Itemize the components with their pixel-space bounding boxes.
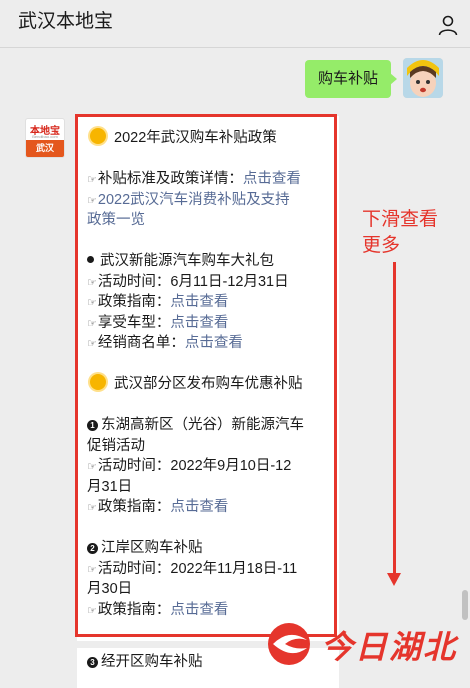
bullet-icon (87, 256, 94, 263)
chat-header: 武汉本地宝 (0, 0, 470, 48)
district1-time-label: 活动时间： (97, 458, 171, 474)
pointing-hand-icon: ☞ (87, 502, 97, 514)
pointing-hand-icon: ☞ (87, 338, 97, 350)
policy-label: 补贴标准及政策详情： (97, 171, 243, 187)
incoming-message-bubble[interactable]: 2022年武汉购车补贴政策 ☞补贴标准及政策详情：点击查看 ☞2022武汉汽车消… (77, 116, 339, 641)
bendibao-logo-city: 武汉 (26, 140, 64, 157)
pointing-hand-icon: ☞ (87, 174, 97, 186)
district1-guide-link[interactable]: 点击查看 (170, 499, 228, 515)
district1-guide-label: 政策指南： (97, 499, 171, 515)
scroll-hint-line2: 更多 (362, 235, 401, 256)
pointing-hand-icon: ☞ (87, 317, 97, 330)
pointing-hand-icon: ☞ (87, 563, 97, 576)
policy-detail-link[interactable]: 点击查看 (243, 171, 301, 187)
person-icon[interactable] (437, 14, 459, 36)
district2-time-value: 2022年11月18日-11 (170, 560, 298, 577)
chat-title: 武汉本地宝 (18, 11, 114, 32)
ev-guide-link[interactable]: 点击查看 (170, 294, 228, 310)
district2-guide-label: 政策指南： (97, 601, 171, 618)
district2-time-value-cont: 月30日 (87, 581, 133, 597)
outgoing-message-text: 购车补贴 (317, 70, 378, 87)
down-arrow-icon (387, 573, 401, 586)
district1-time-value: 2022年9月10日-12 (170, 458, 292, 474)
number-1-icon: 1 (87, 420, 98, 431)
hubei-daily-logo-icon (268, 623, 310, 665)
bendibao-avatar[interactable]: 本地宝 Bendibao.com 武汉 (25, 118, 65, 158)
outgoing-message-bubble[interactable]: 购车补贴 (305, 60, 397, 98)
message-content: 2022年武汉购车补贴政策 ☞补贴标准及政策详情：点击查看 ☞2022武汉汽车消… (87, 128, 335, 620)
user-avatar-icon (403, 58, 443, 98)
scrollbar[interactable] (462, 590, 468, 620)
pointing-hand-icon: ☞ (87, 604, 97, 617)
ev-time-value: 6月11日-12月31日 (170, 273, 289, 290)
policy-doc-link[interactable]: 2022武汉汽车消费补贴及支持 (98, 192, 290, 208)
pointing-hand-icon: ☞ (87, 194, 97, 207)
watermark-text: 今日湖北 (321, 628, 458, 666)
ev-package-title: 武汉新能源汽车购车大礼包 (100, 253, 274, 269)
pointing-hand-icon: ☞ (87, 276, 97, 289)
scroll-hint-line1: 下滑查看 (362, 209, 439, 230)
policy-doc-link-cont[interactable]: 政策一览 (87, 212, 145, 228)
district3-title: 经开区购车补贴 (101, 654, 203, 670)
district1-time-value-cont: 月31日 (87, 478, 133, 495)
ev-dealers-link[interactable]: 点击查看 (185, 335, 243, 351)
heading-district-subsidy: 武汉部分区发布购车优惠补贴 (114, 376, 303, 392)
district1-title-cont: 促销活动 (87, 437, 145, 454)
district1-title: 东湖高新区（光谷）新能源汽车 (101, 417, 304, 433)
message2-content: 3 经开区购车补贴 (87, 652, 203, 672)
watermark: 今日湖北 (263, 620, 455, 670)
sun-icon (90, 128, 106, 144)
ev-guide-label: 政策指南： (97, 294, 171, 310)
sun-icon (90, 374, 106, 390)
heading-subsidy-policy: 2022年武汉购车补贴政策 (114, 130, 277, 146)
district2-guide-link[interactable]: 点击查看 (170, 602, 228, 618)
scroll-hint-annotation: 下滑查看 更多 (362, 207, 438, 259)
pointing-hand-icon: ☞ (87, 297, 97, 309)
pointing-hand-icon: ☞ (87, 461, 97, 473)
ev-dealers-label: 经销商名单： (97, 335, 185, 351)
bendibao-logo-url: Bendibao.com (32, 134, 58, 139)
ev-models-label: 享受车型： (97, 314, 171, 331)
number-3-icon: 3 (87, 657, 98, 668)
district2-time-label: 活动时间： (97, 560, 171, 577)
down-arrow-shaft (393, 262, 396, 574)
ev-models-link[interactable]: 点击查看 (170, 315, 228, 331)
user-avatar[interactable] (403, 58, 443, 98)
number-2-icon: 2 (87, 543, 98, 554)
ev-time-label: 活动时间： (97, 273, 171, 290)
district2-title: 江岸区购车补贴 (101, 540, 203, 556)
